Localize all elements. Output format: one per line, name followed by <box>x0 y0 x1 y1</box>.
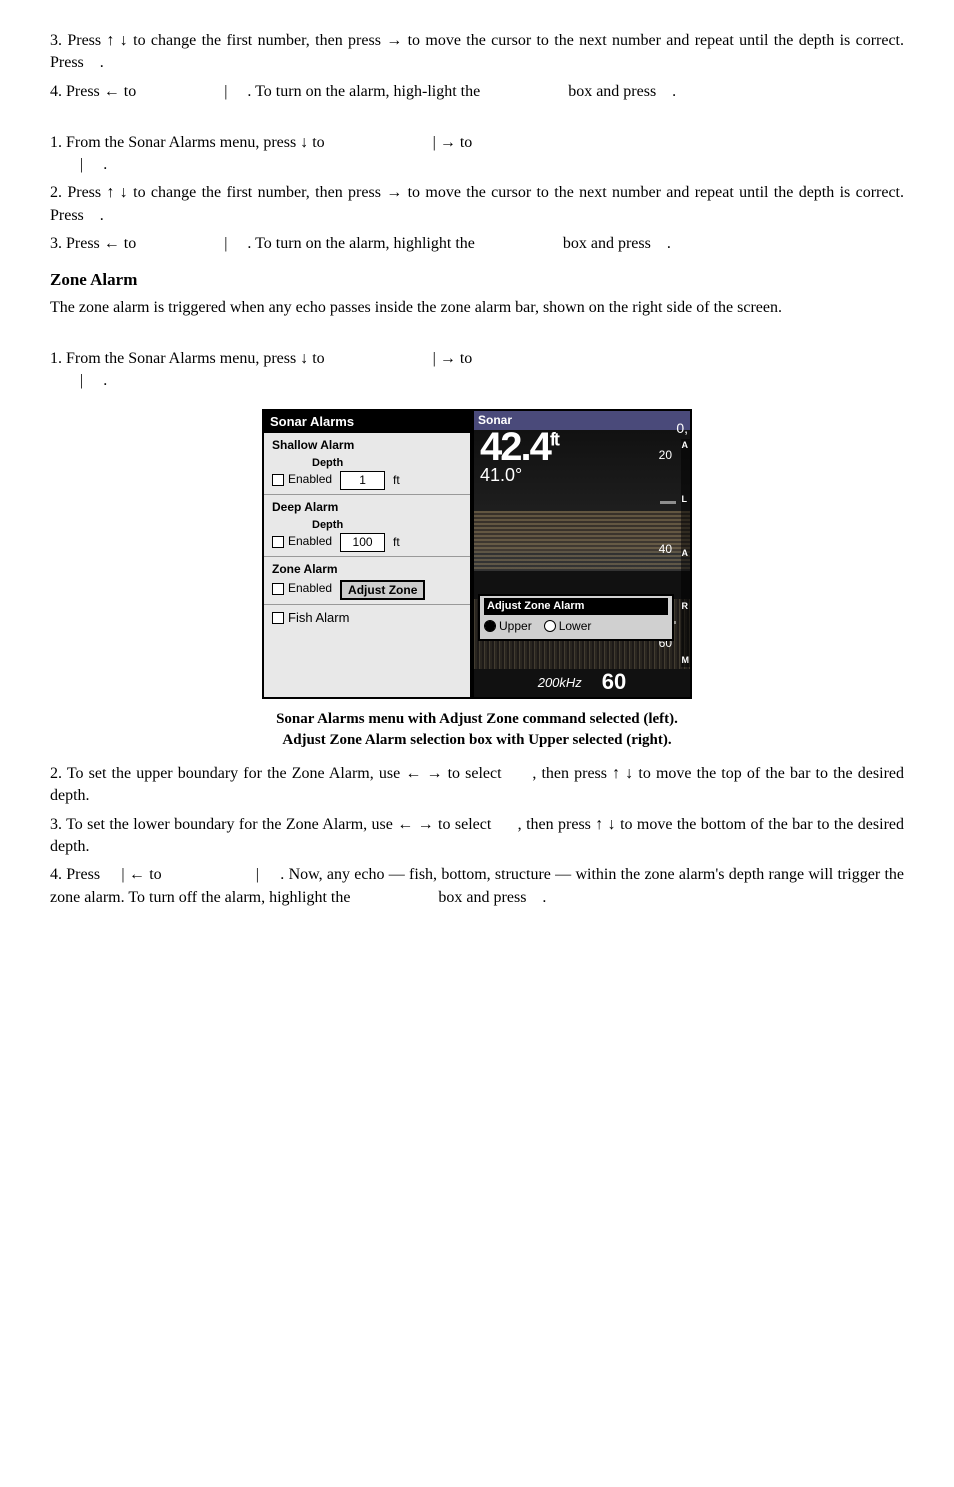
deep-alarm-label: Deep Alarm <box>272 499 462 516</box>
shallow-ft-label: ft <box>393 472 400 489</box>
alarm-bar-letters: A L A R M <box>681 439 691 667</box>
depth-marker-40: 40 <box>659 541 672 558</box>
upper-option-label: Upper <box>499 618 532 635</box>
shallow-enabled-checkbox[interactable] <box>272 474 284 486</box>
adjust-zone-title: Adjust Zone Alarm <box>484 598 668 615</box>
p3-indent: | . <box>80 154 904 176</box>
zone-checkbox-row: Enabled <box>272 580 332 597</box>
paragraph-1: 3. Press ↑ ↓ to change the first number,… <box>50 30 904 75</box>
zone-paragraph-3: 3. To set the lower boundary for the Zon… <box>50 814 904 859</box>
sonar-bottom-bar: 200kHz 60 <box>474 669 690 697</box>
zone-enabled-label: Enabled <box>288 580 332 597</box>
sonar-right-numbers: 0, <box>676 419 688 439</box>
deep-enabled-label: Enabled <box>288 533 332 550</box>
p3-text: 1. From the Sonar Alarms menu, press ↓ t… <box>50 134 472 151</box>
lower-radio[interactable] <box>544 620 556 632</box>
shallow-depth-input[interactable]: 1 <box>340 471 385 490</box>
zone-alarm-section: Zone Alarm Enabled Adjust Zone <box>264 557 470 605</box>
zone-paragraph-1: 1. From the Sonar Alarms menu, press ↓ t… <box>50 348 904 393</box>
sonar-display: Sonar 42.4ft 41.0° 0, 20 Adjust Zone Ala… <box>472 409 692 699</box>
lower-option-label: Lower <box>559 618 592 635</box>
zone-upper-bar <box>660 501 676 504</box>
p5-text2: the box and press . <box>455 235 671 252</box>
lower-option: Lower <box>544 618 592 635</box>
p1-text: 3. Press ↑ ↓ to change the first number,… <box>50 32 904 71</box>
p5-text: 3. Press ← to | . To turn on the alarm, … <box>50 235 451 252</box>
deep-alarm-section: Deep Alarm Depth Enabled 100 ft <box>264 495 470 557</box>
sonar-ft-unit: ft <box>550 430 558 450</box>
paragraph-4: 2. Press ↑ ↓ to change the first number,… <box>50 182 904 227</box>
deep-checkbox-row: Enabled <box>272 533 332 550</box>
caption-line2: Adjust Zone Alarm selection box with Upp… <box>50 730 904 751</box>
deep-depth-label: Depth <box>312 518 462 533</box>
deep-depth-input[interactable]: 100 <box>340 533 385 552</box>
p2-text: 4. Press ← to | . To turn on the alarm, … <box>50 83 676 100</box>
fish-alarm-row: Fish Alarm <box>264 605 470 631</box>
zone-p2-text: 2. To set the upper boundary for the Zon… <box>50 765 904 804</box>
adjust-zone-button[interactable]: Adjust Zone <box>340 580 425 600</box>
upper-option: Upper <box>484 618 532 635</box>
paragraph-2: 4. Press ← to | . To turn on the alarm, … <box>50 81 904 103</box>
shallow-enabled-label: Enabled <box>288 471 332 488</box>
upper-radio[interactable] <box>484 620 496 632</box>
sonar-frequency: 200kHz <box>538 674 582 692</box>
figure-area: Sonar Alarms Shallow Alarm Depth Enabled… <box>50 409 904 699</box>
fish-alarm-label: Fish Alarm <box>288 609 349 627</box>
zone-p3-text: 3. To set the lower boundary for the Zon… <box>50 816 904 855</box>
fish-alarm-checkbox[interactable] <box>272 612 284 624</box>
zone-enabled-checkbox[interactable] <box>272 583 284 595</box>
zone-alarm-desc: The zone alarm is triggered when any ech… <box>50 297 904 319</box>
paragraph-5: 3. Press ← to | . To turn on the alarm, … <box>50 233 904 255</box>
shallow-alarm-row: Enabled 1 ft <box>272 471 462 490</box>
figure-caption: Sonar Alarms menu with Adjust Zone comma… <box>50 709 904 751</box>
sonar-alarms-title: Sonar Alarms <box>264 411 470 433</box>
shallow-alarm-section: Shallow Alarm Depth Enabled 1 ft <box>264 433 470 495</box>
zone-paragraph-2: 2. To set the upper boundary for the Zon… <box>50 763 904 808</box>
shallow-checkbox-row: Enabled <box>272 471 332 488</box>
page-content: 3. Press ↑ ↓ to change the first number,… <box>50 30 904 909</box>
depth-marker-20: 20 <box>659 447 672 464</box>
zone-paragraph-4: 4. Press | ← to | . Now, any echo — fish… <box>50 864 904 909</box>
adjust-zone-overlay: Adjust Zone Alarm Upper Lower <box>478 594 674 641</box>
zone-p4-text: 4. Press | ← to | . Now, any echo — fish… <box>50 866 904 905</box>
deep-alarm-row: Enabled 100 ft <box>272 533 462 552</box>
zone-alarm-section-label: Zone Alarm <box>272 561 462 578</box>
zone-alarm-heading: Zone Alarm <box>50 268 904 292</box>
shallow-alarm-label: Shallow Alarm <box>272 437 462 454</box>
zone-p1-indent: | . <box>80 370 904 392</box>
sonar-zoom: 60 <box>602 667 626 698</box>
adjust-zone-options: Upper Lower <box>484 618 668 635</box>
deep-enabled-checkbox[interactable] <box>272 536 284 548</box>
shallow-depth-label: Depth <box>312 456 462 471</box>
zone-p1-text: 1. From the Sonar Alarms menu, press ↓ t… <box>50 350 472 367</box>
sonar-alarms-panel: Sonar Alarms Shallow Alarm Depth Enabled… <box>262 409 472 699</box>
sonar-sub-number: 41.0° <box>480 463 522 488</box>
paragraph-3: 1. From the Sonar Alarms menu, press ↓ t… <box>50 132 904 177</box>
p4-text: 2. Press ↑ ↓ to change the first number,… <box>50 184 904 223</box>
deep-ft-label: ft <box>393 534 400 551</box>
caption-line1: Sonar Alarms menu with Adjust Zone comma… <box>50 709 904 730</box>
zone-alarm-row: Enabled Adjust Zone <box>272 580 462 600</box>
